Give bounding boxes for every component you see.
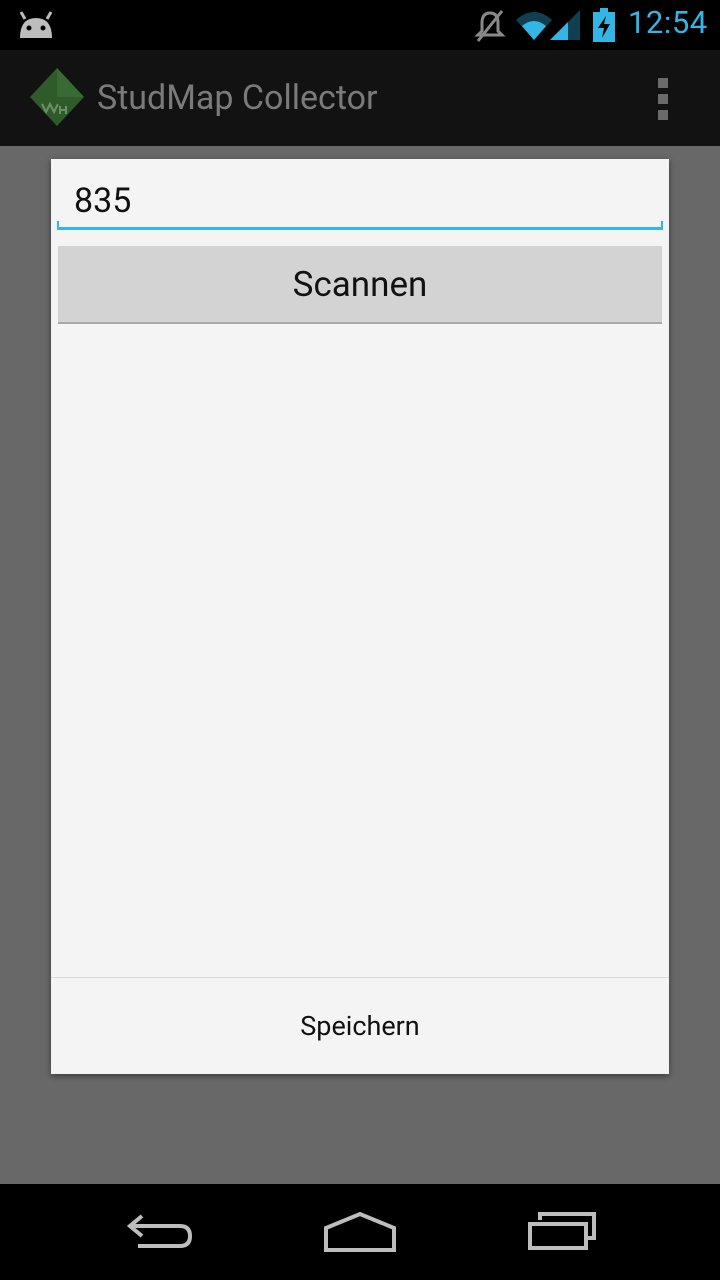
navigation-bar: [0, 1184, 720, 1280]
home-icon[interactable]: [322, 1210, 398, 1254]
studmap-logo-icon[interactable]: [28, 66, 86, 128]
dialog: Scannen Speichern: [51, 159, 669, 1074]
input-underline: [57, 221, 663, 230]
status-time: 12:54: [628, 4, 708, 41]
status-bar: 12:54: [0, 0, 720, 50]
recent-apps-icon[interactable]: [526, 1208, 598, 1252]
action-bar: StudMap Collector: [0, 50, 720, 146]
id-input[interactable]: [57, 173, 663, 229]
scan-button[interactable]: Scannen: [58, 246, 662, 324]
app-title: StudMap Collector: [97, 78, 378, 118]
save-button[interactable]: Speichern: [51, 978, 669, 1074]
android-debug-icon: [19, 11, 53, 38]
mute-icon: [474, 10, 506, 42]
overflow-menu-icon[interactable]: [656, 78, 670, 122]
back-icon[interactable]: [124, 1210, 196, 1254]
signal-icon: [550, 10, 580, 40]
id-input-container: [57, 173, 663, 231]
battery-charging-icon: [593, 8, 615, 42]
